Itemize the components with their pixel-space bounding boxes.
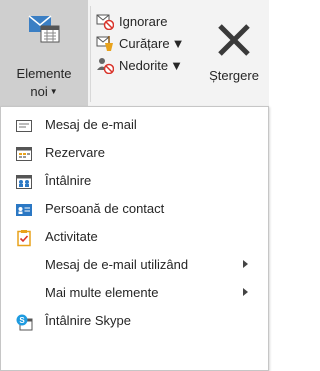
junk-button[interactable]: Nedorite ▼ bbox=[96, 54, 206, 76]
chevron-down-icon: ▼ bbox=[170, 57, 184, 73]
junk-icon bbox=[97, 58, 114, 74]
new-items-icon bbox=[28, 15, 60, 43]
task-icon bbox=[17, 230, 31, 247]
new-items-button[interactable]: Elemente noi ▼ bbox=[0, 0, 88, 108]
menu-item-email-message[interactable]: Mesaj de e-mail bbox=[1, 111, 268, 139]
ribbon: Elemente noi ▼ Ignorare Curățare ▼ Nedor… bbox=[0, 0, 269, 108]
chevron-down-icon: ▼ bbox=[171, 35, 185, 51]
new-items-label-line1: Elemente bbox=[16, 66, 72, 81]
delete-button[interactable]: Ștergere bbox=[199, 0, 269, 108]
new-items-dropdown: Mesaj de e-mail Rezervare Întâlnire Pers… bbox=[0, 106, 269, 371]
email-message-icon bbox=[16, 120, 32, 132]
menu-item-meeting[interactable]: Întâlnire bbox=[1, 167, 268, 195]
cleanup-button[interactable]: Curățare ▼ bbox=[96, 32, 206, 54]
menu-item-label: Mesaj de e-mail utilizând bbox=[45, 257, 189, 272]
menu-item-label: Activitate bbox=[45, 229, 98, 244]
chevron-down-icon: ▼ bbox=[49, 87, 58, 96]
ignore-icon bbox=[96, 14, 114, 30]
junk-label: Nedorite bbox=[119, 57, 169, 73]
delete-label: Ștergere bbox=[209, 68, 259, 83]
meeting-icon bbox=[16, 175, 32, 189]
menu-item-skype-meeting[interactable]: S Întâlnire Skype bbox=[1, 307, 268, 335]
menu-item-label: Persoană de contact bbox=[45, 201, 165, 216]
ignore-button[interactable]: Ignorare bbox=[96, 10, 206, 32]
cleanup-label: Curățare bbox=[119, 35, 170, 51]
menu-item-label: Mesaj de e-mail bbox=[45, 117, 137, 132]
delete-group: Ignorare Curățare ▼ Nedorite ▼ bbox=[96, 10, 206, 76]
submenu-arrow-icon bbox=[243, 288, 248, 296]
cleanup-icon bbox=[96, 36, 113, 51]
menu-item-contact[interactable]: Persoană de contact bbox=[1, 195, 268, 223]
menu-item-label: Întâlnire Skype bbox=[45, 313, 131, 328]
menu-item-task[interactable]: Activitate bbox=[1, 223, 268, 251]
ignore-label: Ignorare bbox=[119, 13, 168, 29]
ribbon-divider bbox=[90, 6, 91, 102]
appointment-icon bbox=[16, 147, 32, 161]
menu-item-more-items[interactable]: Mai multe elemente bbox=[1, 279, 268, 307]
new-items-label-line2: noi ▼ bbox=[30, 84, 58, 99]
submenu-arrow-icon bbox=[243, 260, 248, 268]
menu-item-label: Întâlnire bbox=[45, 173, 92, 188]
menu-item-appointment[interactable]: Rezervare bbox=[1, 139, 268, 167]
delete-icon bbox=[218, 24, 250, 56]
skype-meeting-icon: S bbox=[16, 314, 33, 331]
contact-icon bbox=[16, 204, 32, 216]
menu-item-label: Rezervare bbox=[45, 145, 105, 160]
menu-item-label: Mai multe elemente bbox=[45, 285, 159, 300]
menu-item-email-using[interactable]: Mesaj de e-mail utilizând bbox=[1, 251, 268, 279]
svg-text:S: S bbox=[19, 316, 25, 325]
